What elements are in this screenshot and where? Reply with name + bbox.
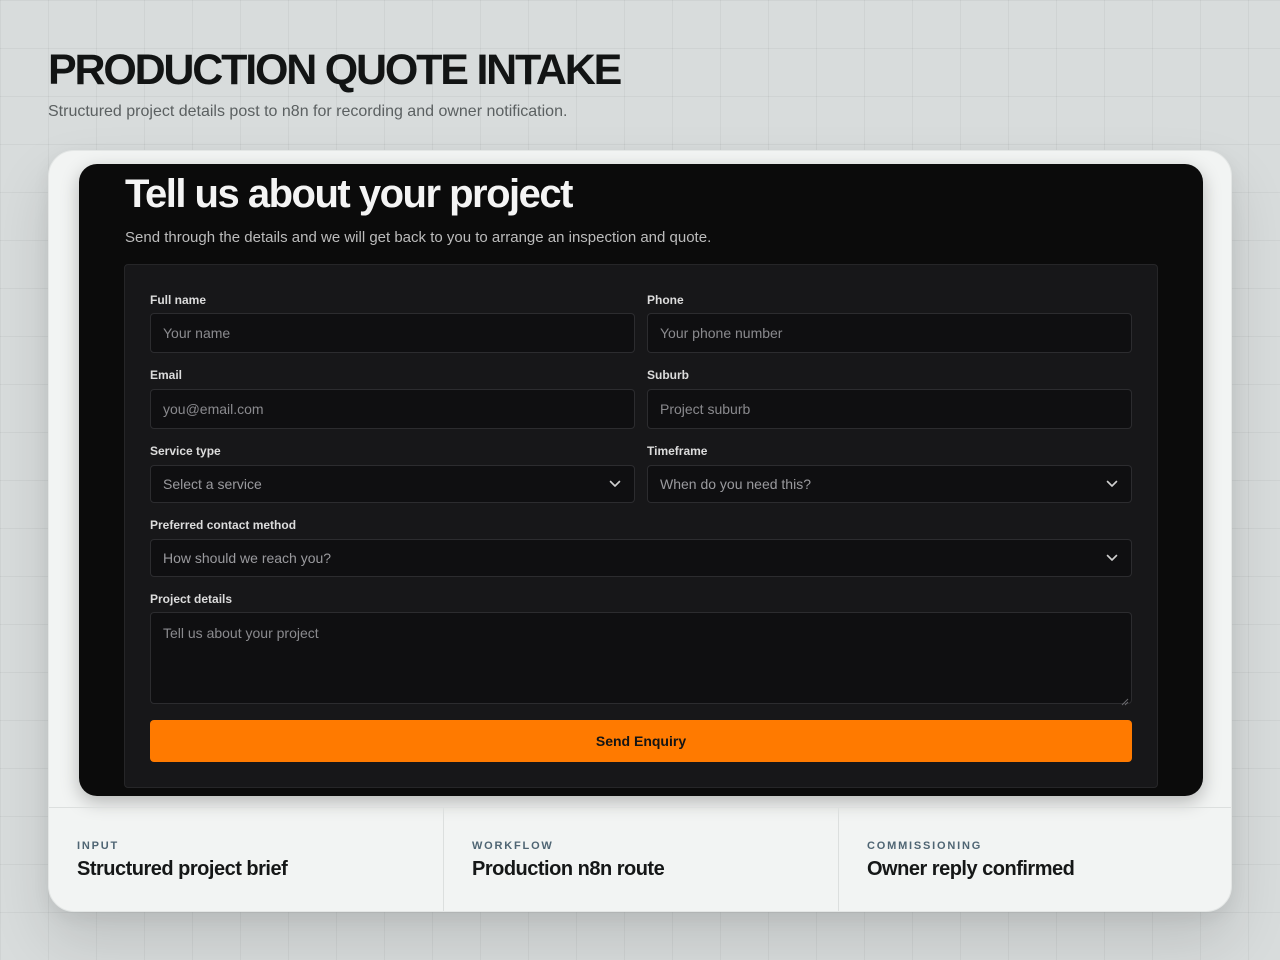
feature-card-input: INPUT Structured project brief [49, 808, 444, 911]
feature-kicker: COMMISSIONING [867, 840, 983, 852]
suburb-label: Suburb [647, 368, 689, 382]
full-name-input[interactable] [150, 313, 635, 353]
service-type-select[interactable]: Select a service [150, 465, 635, 503]
phone-input[interactable] [647, 313, 1132, 353]
enquiry-form-panel: Tell us about your project Send through … [79, 164, 1203, 796]
service-type-label: Service type [150, 444, 221, 458]
enquiry-form: Full name Phone Email Suburb Service typ… [124, 264, 1158, 788]
email-input[interactable] [150, 389, 635, 429]
chevron-down-icon [608, 477, 622, 491]
feature-title: Production n8n route [472, 858, 665, 880]
suburb-input[interactable] [647, 389, 1132, 429]
form-heading: Tell us about your project [125, 172, 573, 216]
chevron-down-icon [1105, 477, 1119, 491]
timeframe-value: When do you need this? [660, 476, 811, 492]
page-title: PRODUCTION QUOTE INTAKE [48, 46, 622, 94]
form-intro: Send through the details and we will get… [125, 229, 712, 246]
timeframe-label: Timeframe [647, 444, 708, 458]
feature-card-workflow: WORKFLOW Production n8n route [444, 808, 839, 911]
feature-kicker: INPUT [77, 840, 119, 852]
contact-method-value: How should we reach you? [163, 550, 332, 566]
feature-kicker: WORKFLOW [472, 840, 554, 852]
timeframe-select[interactable]: When do you need this? [647, 465, 1132, 503]
feature-title: Structured project brief [77, 858, 288, 880]
resize-grip-icon[interactable] [1121, 693, 1129, 706]
project-details-textarea[interactable] [150, 612, 1132, 704]
contact-method-select[interactable]: How should we reach you? [150, 539, 1132, 577]
feature-strip: INPUT Structured project brief WORKFLOW … [49, 807, 1231, 911]
page-subtitle: Structured project details post to n8n f… [48, 103, 568, 120]
service-type-value: Select a service [163, 476, 262, 492]
send-enquiry-button[interactable]: Send Enquiry [150, 720, 1132, 762]
intake-card: Tell us about your project Send through … [48, 150, 1232, 912]
email-label: Email [150, 368, 183, 382]
contact-method-label: Preferred contact method [150, 518, 297, 532]
phone-label: Phone [647, 293, 684, 307]
feature-title: Owner reply confirmed [867, 858, 1075, 880]
feature-card-commissioning: COMMISSIONING Owner reply confirmed [839, 808, 1231, 911]
chevron-down-icon [1105, 551, 1119, 565]
full-name-label: Full name [150, 293, 207, 307]
project-details-label: Project details [150, 592, 233, 606]
